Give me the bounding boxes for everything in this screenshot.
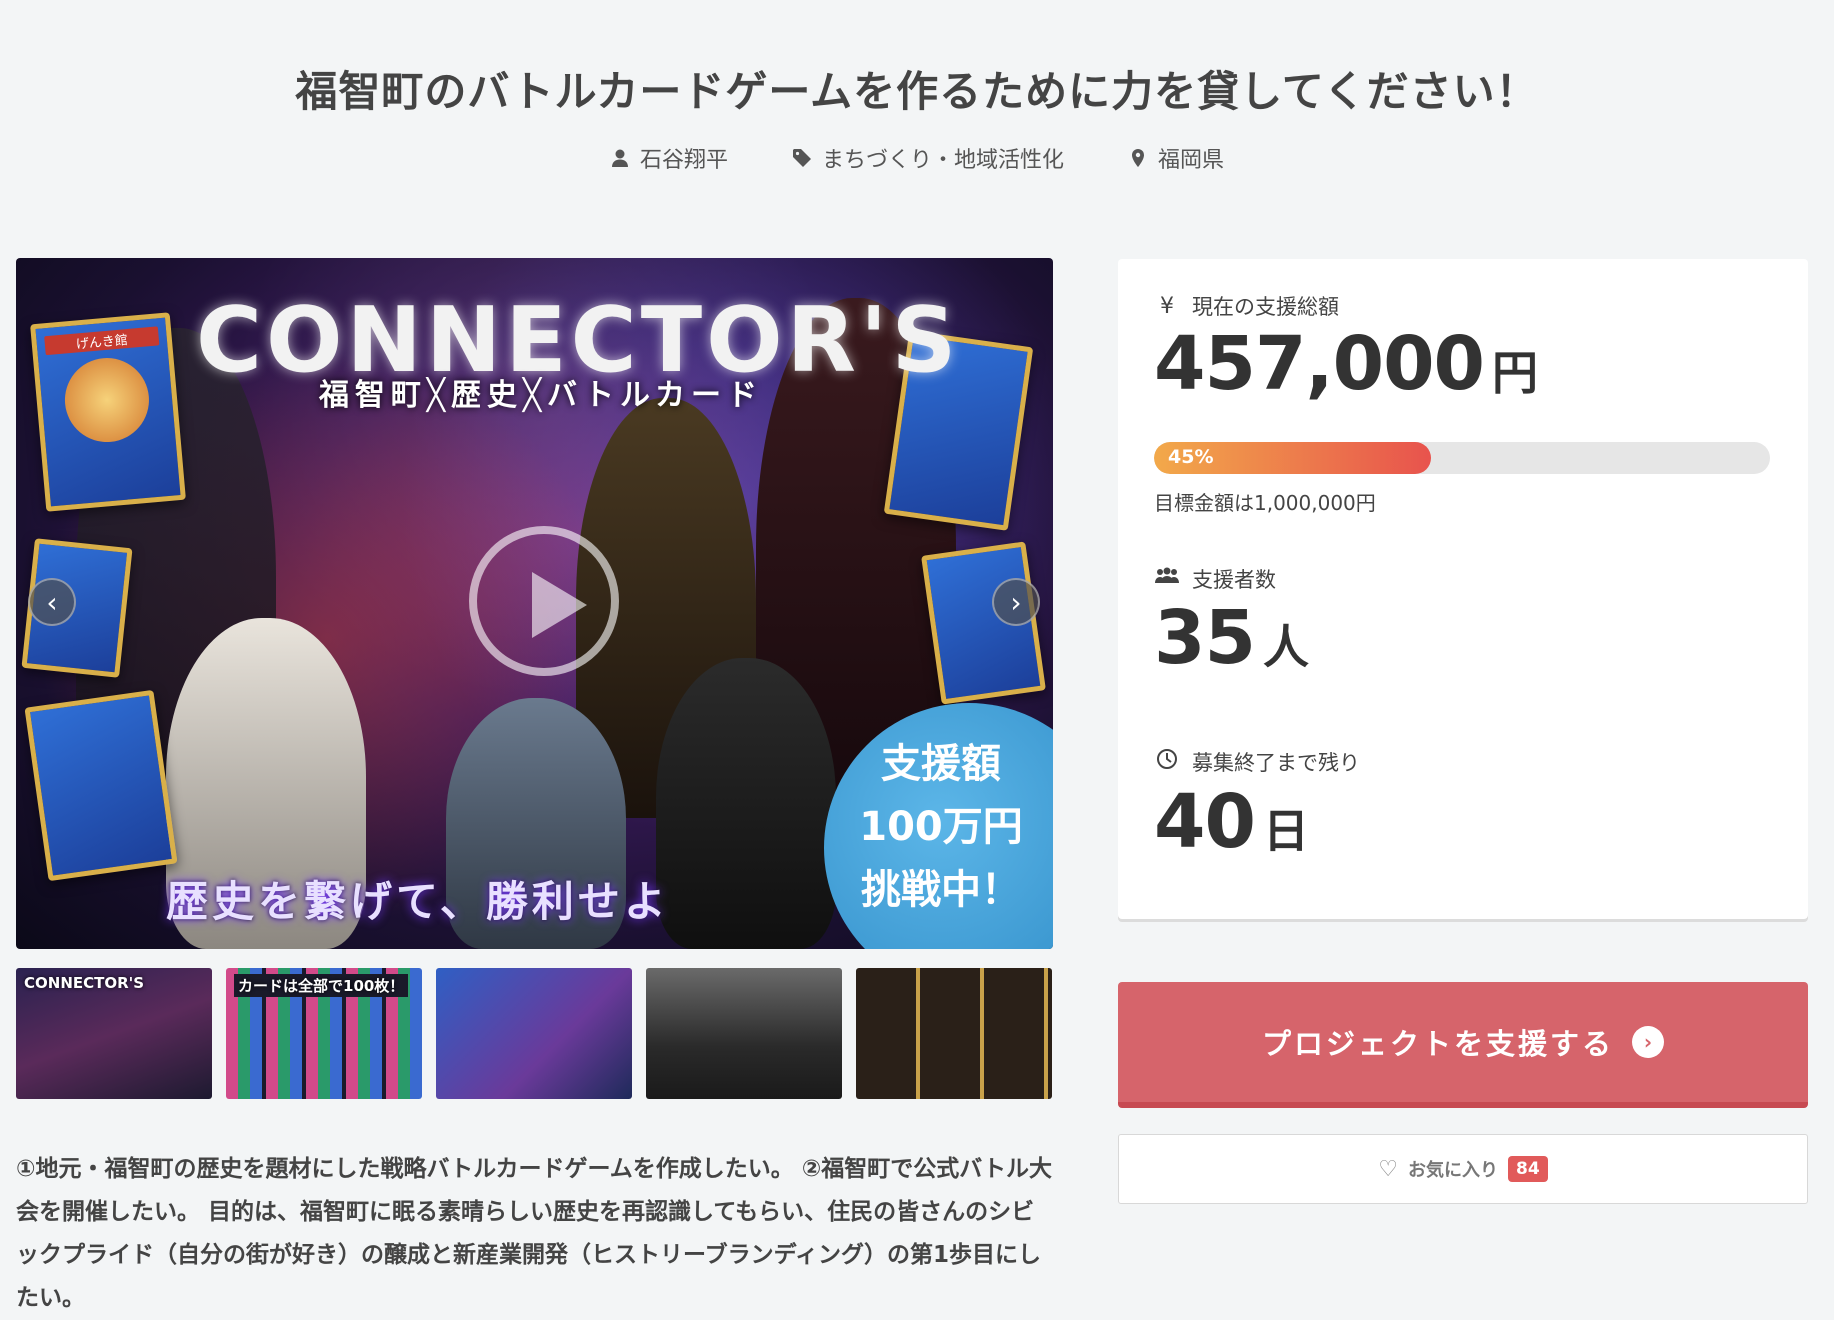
badge-line-2: 100万円 <box>859 804 1023 850</box>
stats-panel: ¥ 現在の支援総額 457,000 円 45% 目標金額は1,000,000円 支… <box>1118 259 1808 919</box>
thumbnail-label: カードは全部で100枚！ <box>234 974 409 997</box>
remaining-label-text: 募集終了まで残り <box>1192 751 1360 775</box>
goal-badge-text: 支援額 100万円 挑戦中！ <box>836 733 1046 922</box>
badge-line-3: 挑戦中！ <box>861 867 1021 913</box>
progress-bar: 45% <box>1154 442 1770 474</box>
prev-arrow-icon[interactable]: ‹ <box>28 578 76 626</box>
heart-icon: ♡ <box>1378 1156 1399 1182</box>
thumbnail-4[interactable] <box>646 968 842 1099</box>
users-icon <box>1154 566 1180 592</box>
support-button-label: プロジェクトを支援する <box>1261 1027 1614 1061</box>
supporters-unit: 人 <box>1262 620 1309 674</box>
hero-subtitle: 福智町╳歴史╳バトルカード <box>318 378 764 413</box>
clock-icon <box>1154 748 1180 776</box>
user-icon <box>611 149 628 167</box>
project-meta: 石谷翔平 まちづくり・地域活性化 福岡県 <box>0 142 1834 174</box>
play-icon[interactable] <box>469 526 619 676</box>
location-name: 福岡県 <box>1158 148 1225 173</box>
amount-number: 457,000 <box>1154 321 1485 407</box>
remaining-number: 40 <box>1154 779 1256 865</box>
project-description: ①地元・福智町の歴史を題材にした戦略バトルカードゲームを作成したい。 ②福智町で… <box>16 1156 1052 1311</box>
owner-name: 石谷翔平 <box>639 148 728 173</box>
category-name: まちづくり・地域活性化 <box>821 148 1064 173</box>
favorite-count: 84 <box>1508 1156 1548 1182</box>
thumbnail-3[interactable] <box>436 968 632 1099</box>
badge-line-1: 支援額 <box>881 741 1001 787</box>
thumbnail-label: CONNECTOR'S <box>24 974 145 992</box>
card-left-top: げんき館 <box>30 312 186 512</box>
card-left-bottom <box>24 689 178 882</box>
chevron-right-icon: › <box>1632 1026 1664 1058</box>
hero-video[interactable]: げんき館 CONNECTOR'S 福智町╳歴史╳バトルカード 歴史を繋げて、勝利… <box>16 258 1053 949</box>
thumbnail-strip: CONNECTOR'S カードは全部で100枚！ <box>16 968 1053 1099</box>
goal-text: 目標金額は1,000,000円 <box>1154 491 1376 515</box>
amount-unit: 円 <box>1492 346 1539 400</box>
amount-label-text: 現在の支援総額 <box>1192 295 1339 319</box>
thumbnail-5[interactable] <box>856 968 1052 1099</box>
thumbnail-1[interactable]: CONNECTOR'S <box>16 968 212 1099</box>
location-link[interactable]: 福岡県 <box>1128 142 1224 174</box>
card-label: げんき館 <box>44 326 160 356</box>
progress-percent: 45% <box>1168 446 1214 468</box>
yen-icon: ¥ <box>1160 293 1174 319</box>
remaining-value: 40 日 <box>1154 779 1309 865</box>
page-title: 福智町のバトルカードゲームを作るために力を貸してください！ <box>295 67 1539 116</box>
hero-tagline: 歴史を繋げて、勝利せよ <box>166 877 670 926</box>
supporters-label-text: 支援者数 <box>1192 568 1276 592</box>
progress-fill: 45% <box>1154 442 1432 474</box>
craftsman-figure <box>656 658 836 949</box>
owner-link[interactable]: 石谷翔平 <box>610 142 728 174</box>
favorite-button[interactable]: ♡ お気に入り 84 <box>1118 1134 1808 1204</box>
tag-icon <box>792 149 811 167</box>
supporters-value: 35 人 <box>1154 595 1309 681</box>
amount-value: 457,000 円 <box>1154 321 1538 407</box>
remaining-label: 募集終了まで残り <box>1154 747 1360 777</box>
map-pin-icon <box>1132 149 1144 167</box>
thumbnail-2[interactable]: カードは全部で100枚！ <box>226 968 422 1099</box>
amount-label: ¥ 現在の支援総額 <box>1154 291 1339 321</box>
favorite-label: お気に入り <box>1408 1160 1499 1181</box>
pizza-image <box>61 354 153 446</box>
category-link[interactable]: まちづくり・地域活性化 <box>792 142 1064 174</box>
remaining-unit: 日 <box>1262 804 1309 858</box>
support-project-button[interactable]: プロジェクトを支援する › <box>1118 982 1808 1108</box>
supporters-number: 35 <box>1154 595 1256 681</box>
next-arrow-icon[interactable]: › <box>992 578 1040 626</box>
supporters-label: 支援者数 <box>1154 564 1276 594</box>
